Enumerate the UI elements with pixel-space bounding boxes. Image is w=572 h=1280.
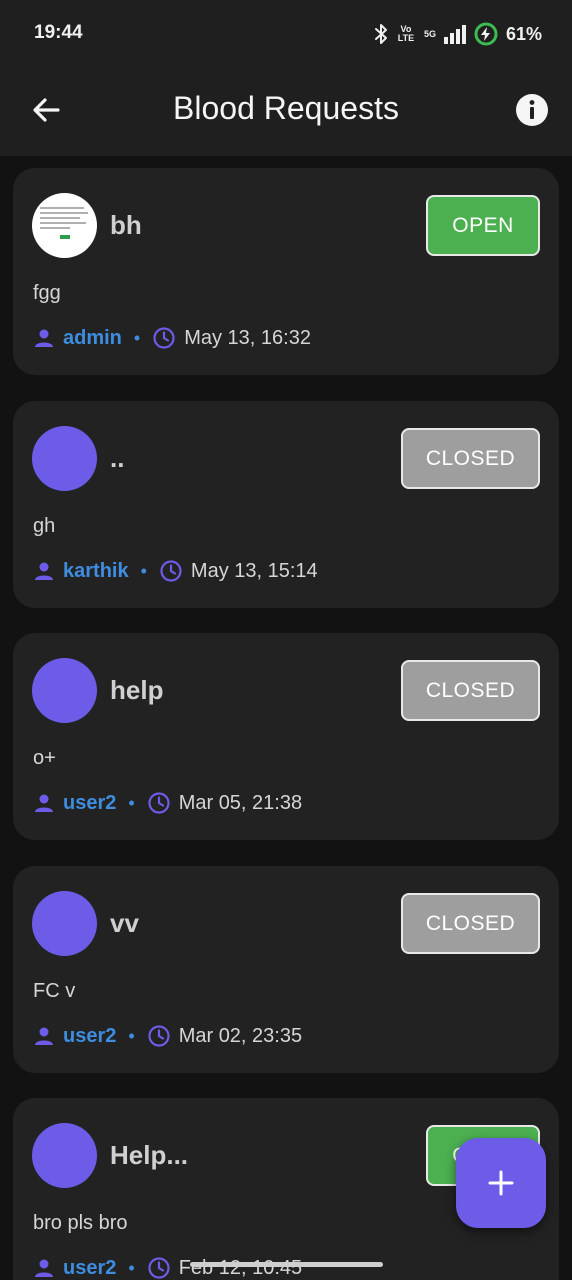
clock-icon bbox=[148, 1025, 170, 1047]
person-icon bbox=[35, 562, 53, 580]
request-meta: user2 • Mar 02, 23:35 bbox=[33, 1024, 302, 1048]
request-meta: user2 • Feb 12, 10:45 bbox=[33, 1256, 302, 1280]
battery-percent: 61% bbox=[505, 23, 542, 44]
app-bar: Blood Requests bbox=[0, 68, 572, 156]
add-request-button[interactable] bbox=[456, 1138, 546, 1228]
person-icon bbox=[35, 1259, 53, 1277]
page-title: Blood Requests bbox=[173, 90, 399, 126]
avatar bbox=[32, 193, 97, 258]
request-list[interactable]: bh OPEN fgg admin • May 13, 16:32 .. CLO… bbox=[0, 156, 572, 1280]
avatar bbox=[32, 891, 97, 956]
clock-icon bbox=[148, 792, 170, 814]
request-time: Mar 05, 21:38 bbox=[178, 791, 303, 814]
bluetooth-icon bbox=[374, 24, 387, 44]
info-icon bbox=[516, 94, 548, 126]
request-user[interactable]: user2 bbox=[63, 1257, 116, 1280]
request-time: May 13, 15:14 bbox=[190, 559, 318, 582]
clock-icon bbox=[153, 327, 175, 349]
request-card[interactable]: help CLOSED o+ user2 • Mar 05, 21:38 bbox=[13, 633, 559, 840]
request-user[interactable]: karthik bbox=[63, 560, 129, 583]
status-time: 19:44 bbox=[34, 22, 83, 43]
separator-dot: • bbox=[128, 1025, 135, 1046]
separator-dot: • bbox=[140, 560, 147, 581]
home-indicator[interactable] bbox=[190, 1262, 383, 1267]
request-meta: karthik • May 13, 15:14 bbox=[33, 559, 318, 583]
request-description: bro pls bro bbox=[33, 1212, 128, 1234]
request-title: .. bbox=[110, 443, 125, 473]
avatar bbox=[32, 426, 97, 491]
status-icons: Vo LTE 5G 61% bbox=[374, 22, 542, 46]
request-meta: user2 • Mar 05, 21:38 bbox=[33, 791, 302, 815]
battery-charging-icon bbox=[474, 22, 498, 46]
signal-icon bbox=[443, 25, 466, 44]
request-time: May 13, 16:32 bbox=[184, 326, 311, 349]
request-user[interactable]: admin bbox=[63, 327, 122, 350]
status-badge[interactable]: CLOSED bbox=[401, 893, 540, 954]
person-icon bbox=[35, 1027, 53, 1045]
request-card[interactable]: bh OPEN fgg admin • May 13, 16:32 bbox=[13, 168, 559, 375]
plus-icon bbox=[488, 1170, 514, 1196]
request-user[interactable]: user2 bbox=[63, 1025, 116, 1048]
request-description: fgg bbox=[33, 282, 61, 304]
request-description: FC v bbox=[33, 980, 76, 1002]
request-title: Help... bbox=[110, 1140, 189, 1170]
avatar bbox=[32, 1123, 97, 1188]
request-card[interactable]: vv CLOSED FC v user2 • Mar 02, 23:35 bbox=[13, 866, 559, 1073]
status-badge[interactable]: CLOSED bbox=[401, 428, 540, 489]
network-type: 5G bbox=[423, 28, 436, 39]
status-badge[interactable]: OPEN bbox=[426, 195, 540, 256]
clock-icon bbox=[148, 1257, 170, 1279]
request-time: Mar 02, 23:35 bbox=[178, 1024, 303, 1047]
status-bar: 19:44 Vo LTE 5G 61% bbox=[0, 0, 572, 68]
request-card[interactable]: .. CLOSED gh karthik • May 13, 15:14 bbox=[13, 401, 559, 608]
separator-dot: • bbox=[128, 1257, 135, 1278]
request-title: help bbox=[110, 675, 164, 705]
avatar bbox=[32, 658, 97, 723]
request-time: Feb 12, 10:45 bbox=[178, 1256, 303, 1279]
request-title: bh bbox=[110, 210, 142, 240]
separator-dot: • bbox=[133, 327, 141, 348]
status-badge[interactable]: CLOSED bbox=[401, 660, 540, 721]
request-description: o+ bbox=[33, 747, 56, 769]
request-title: vv bbox=[110, 908, 139, 938]
volte-icon: Vo LTE bbox=[397, 24, 415, 43]
person-icon bbox=[35, 329, 53, 347]
request-user[interactable]: user2 bbox=[63, 792, 116, 815]
request-description: gh bbox=[33, 515, 56, 537]
person-icon bbox=[35, 794, 53, 812]
info-button[interactable] bbox=[512, 90, 552, 130]
request-meta: admin • May 13, 16:32 bbox=[33, 326, 311, 350]
separator-dot: • bbox=[128, 792, 135, 813]
clock-icon bbox=[160, 560, 182, 582]
